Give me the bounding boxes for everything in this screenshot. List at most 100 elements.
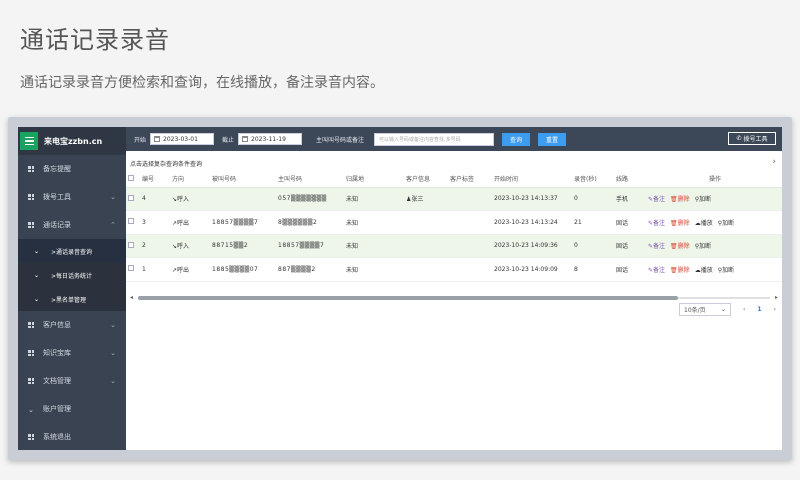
delete-link[interactable]: 🗑删除 xyxy=(670,194,690,203)
add-break-link[interactable]: ⚲加断 xyxy=(718,265,734,274)
cell-line: 固话 xyxy=(614,234,646,258)
query-button[interactable]: 查询 xyxy=(502,132,531,146)
cell-customer xyxy=(404,210,448,235)
grid-icon xyxy=(28,322,34,328)
call-records-table: 编号 方向 被叫号码 主叫号码 归属地 客户信息 客户标签 开始时间 录音(秒)… xyxy=(126,171,782,282)
sidebar-item-documents[interactable]: 文档管理 ⌄ xyxy=(18,367,126,395)
cell-id: 2 xyxy=(140,234,170,258)
column-header: 方向 xyxy=(170,171,210,188)
cell-customer[interactable]: ♟张三 xyxy=(404,187,448,211)
note-link[interactable]: ✎备注 xyxy=(648,241,665,250)
sidebar-item-label: 客户信息 xyxy=(43,321,71,329)
sidebar: 来电宝zzbn.cn 备忘提醒 拨号工具 ⌄ 通话记录 ⌃ ⌄ >通话录音查询 xyxy=(18,127,126,450)
reset-button[interactable]: 重置 xyxy=(538,132,567,146)
note-link[interactable]: ✎备注 xyxy=(648,194,665,203)
sidebar-item-reminders[interactable]: 备忘提醒 xyxy=(18,155,126,183)
sidebar-subitem-label: >每日话务统计 xyxy=(51,272,93,280)
delete-link[interactable]: 🗑删除 xyxy=(670,218,690,227)
add-break-link[interactable]: ⚲加断 xyxy=(718,218,734,227)
cell-id: 4 xyxy=(140,187,170,211)
sidebar-item-label: 通话记录 xyxy=(43,221,71,229)
header-select-all[interactable] xyxy=(126,171,140,188)
checkbox[interactable] xyxy=(128,194,134,201)
table-row[interactable]: 4 ↘呼入 057▒▒▒▒▒▒▒ 未知 ♟张三 2023-10-23 14:13… xyxy=(126,187,782,211)
checkbox[interactable] xyxy=(128,218,134,225)
checkbox[interactable] xyxy=(128,174,134,181)
chevron-down-icon: ⌄ xyxy=(34,295,40,303)
cell-direction: ↗呼出 xyxy=(170,257,210,282)
delete-link[interactable]: 🗑删除 xyxy=(670,265,690,274)
search-input[interactable]: 可以输入号码或备注内容查找,多号码 xyxy=(374,132,495,146)
search-label: 主叫叫号码或备注 xyxy=(316,136,365,144)
start-date-input[interactable]: 2023-03-01 xyxy=(150,133,215,145)
column-header: 开始时间 xyxy=(492,171,572,188)
sidebar-subitem-label: >黑名单管理 xyxy=(51,296,87,304)
main-panel: 开始 2023-03-01 截止 2023-11-19 主叫叫号码或备注 可以输… xyxy=(126,127,782,450)
prev-page-button[interactable]: ‹ xyxy=(743,306,745,313)
cell-seconds: 0 xyxy=(572,187,614,211)
sidebar-item-customers[interactable]: 客户信息 ⌄ xyxy=(18,311,126,339)
sidebar-subitem-blacklist[interactable]: ⌄ >黑名单管理 xyxy=(18,287,126,311)
next-page-button[interactable]: › xyxy=(774,306,776,313)
play-link[interactable]: ☁播放 xyxy=(695,218,713,227)
cell-callee: 88715▒▒2 xyxy=(210,234,276,258)
play-link[interactable]: ☁播放 xyxy=(695,265,713,274)
grid-icon xyxy=(28,166,34,172)
cell-id: 3 xyxy=(140,210,170,235)
add-break-link[interactable]: ⚲加断 xyxy=(695,241,711,250)
sidebar-item-account[interactable]: ⌄ 账户管理 xyxy=(18,395,126,423)
grid-icon xyxy=(28,378,34,384)
chevron-right-icon[interactable]: › xyxy=(772,157,776,167)
page-size-value: 10条/页 xyxy=(684,307,706,314)
sidebar-item-dialer[interactable]: 拨号工具 ⌄ xyxy=(18,183,126,211)
chevron-down-icon: ⌄ xyxy=(110,349,116,357)
grid-icon xyxy=(28,222,34,228)
table-row[interactable]: 2 ↘呼入 88715▒▒2 18857▒▒▒▒7 未知 2023-10-23 … xyxy=(126,234,782,258)
start-date-label: 开始 xyxy=(134,136,147,144)
page-number[interactable]: 1 xyxy=(757,306,761,313)
add-break-link[interactable]: ⚲加断 xyxy=(695,194,711,203)
cell-time: 2023-10-23 14:09:09 xyxy=(492,257,572,282)
cell-caller: 887▒▒▒▒2 xyxy=(276,257,344,282)
horizontal-scrollbar[interactable]: ◂ ▸ xyxy=(130,294,778,301)
filter-bar: 开始 2023-03-01 截止 2023-11-19 主叫叫号码或备注 可以输… xyxy=(126,127,782,151)
hamburger-icon[interactable] xyxy=(20,132,38,150)
brand-bar: 来电宝zzbn.cn xyxy=(18,127,126,155)
cell-callee: 1885▒▒▒▒07 xyxy=(210,257,276,282)
cell-caller: 057▒▒▒▒▒▒▒ xyxy=(276,187,344,211)
sidebar-subitem-recording-query[interactable]: ⌄ >通话录音查询 xyxy=(18,239,126,263)
checkbox[interactable] xyxy=(128,241,134,248)
cell-time: 2023-10-23 14:09:36 xyxy=(492,234,572,258)
scroll-left-icon[interactable]: ◂ xyxy=(130,294,133,301)
row-select xyxy=(126,210,140,235)
advanced-query-hint[interactable]: 点击选择复杂查询条件查询 xyxy=(130,159,202,168)
table-row[interactable]: 1 ↗呼出 1885▒▒▒▒07 887▒▒▒▒2 未知 2023-10-23 … xyxy=(126,257,782,282)
sidebar-item-knowledge[interactable]: 知识宝库 ⌄ xyxy=(18,339,126,367)
cell-location: 未知 xyxy=(344,234,404,258)
cell-callee xyxy=(210,187,276,211)
sidebar-item-label: 文档管理 xyxy=(43,377,71,385)
cell-callee: 18857▒▒▒▒7 xyxy=(210,210,276,235)
note-link[interactable]: ✎备注 xyxy=(648,218,665,227)
cell-line: 固话 xyxy=(614,210,646,235)
end-date-input[interactable]: 2023-11-19 xyxy=(238,133,303,145)
sidebar-item-logout[interactable]: 系统退出 xyxy=(18,423,126,450)
sidebar-item-call-records[interactable]: 通话记录 ⌃ xyxy=(18,211,126,239)
sidebar-item-label: 拨号工具 xyxy=(43,193,71,201)
checkbox[interactable] xyxy=(128,265,134,272)
dial-tool-button[interactable]: ✆ 拨号工具 xyxy=(728,132,776,145)
chevron-up-icon: ⌃ xyxy=(110,221,116,229)
dial-tool-label: 拨号工具 xyxy=(743,136,768,143)
scroll-thumb[interactable] xyxy=(138,296,678,300)
column-header: 被叫号码 xyxy=(210,171,276,188)
sidebar-subitem-daily-stats[interactable]: ⌄ >每日话务统计 xyxy=(18,263,126,287)
delete-link[interactable]: 🗑删除 xyxy=(670,241,690,250)
cell-time: 2023-10-23 14:13:37 xyxy=(492,187,572,211)
table-row[interactable]: 3 ↗呼出 18857▒▒▒▒7 8▒▒▒▒▒▒2 未知 2023-10-23 … xyxy=(126,210,782,235)
note-link[interactable]: ✎备注 xyxy=(648,265,665,274)
chevron-down-icon: ⌄ xyxy=(110,193,116,201)
scroll-right-icon[interactable]: ▸ xyxy=(775,294,778,301)
column-header: 录音(秒) xyxy=(572,171,614,188)
cell-line: 固话 xyxy=(614,257,646,282)
page-size-select[interactable]: 10条/页 ⌄ xyxy=(679,303,731,316)
